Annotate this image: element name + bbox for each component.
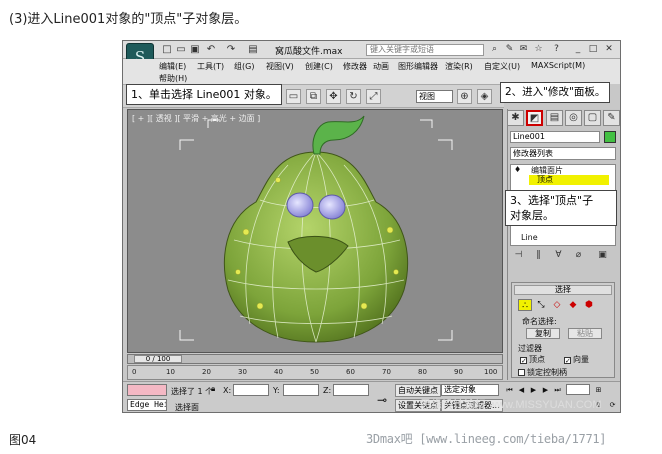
edge-field[interactable]: Edge Heig <box>127 399 167 411</box>
document-title: 窝瓜酸文件.max <box>275 47 343 57</box>
maximize-icon[interactable]: □ <box>587 44 599 55</box>
select-region-icon[interactable]: ▭ <box>286 89 301 104</box>
callout-step-three: 3、选择"顶点"子 对象层。 <box>505 190 617 226</box>
watermark: 思缘设计论坛 www.MISSYUAN.COM <box>420 399 602 411</box>
undo-icon[interactable]: ↶ <box>205 44 217 55</box>
menu-views[interactable]: 视图(V) <box>266 61 294 72</box>
go-to-end-icon[interactable]: ⏭ <box>552 385 563 395</box>
hierarchy-tab-icon[interactable]: ▤ <box>546 110 563 126</box>
track-tick: 70 <box>382 368 391 376</box>
redo-icon[interactable]: ↷ <box>225 44 237 55</box>
scale-icon[interactable]: ⤢ <box>366 89 381 104</box>
y-label: Y: <box>273 386 280 395</box>
callout-step-two: 2、进入"修改"面板。 <box>500 82 611 103</box>
prompt-line: 选择面 <box>175 403 199 412</box>
save-icon[interactable]: ▣ <box>189 44 201 55</box>
menu-group[interactable]: 组(G) <box>234 61 254 72</box>
callout-step-three-line2: 对象层。 <box>510 209 554 222</box>
track-tick: 10 <box>166 368 175 376</box>
y-coordinate-field[interactable] <box>283 384 319 396</box>
track-tick: 30 <box>238 368 247 376</box>
track-tick: 100 <box>484 368 498 376</box>
x-label: X: <box>223 386 232 395</box>
menu-customize[interactable]: 自定义(U) <box>484 61 520 72</box>
perspective-viewport[interactable]: [ + ][ 透视 ][ 平滑 + 高光 + 边面 ] <box>127 109 503 353</box>
play-icon[interactable]: ▶︎ <box>528 385 539 395</box>
subscription-icon[interactable]: ✎ <box>504 44 515 55</box>
maxscript-listener[interactable] <box>127 384 167 396</box>
menu-create[interactable]: 创建(C) <box>305 61 333 72</box>
command-panel-tabs: ✱ ◩ ▤ ◎ ▢ ✎ <box>507 110 620 127</box>
title-bar: □ ▭ ▣ ↶ ↷ ▤ 窝瓜酸文件.max 键入关键字或短语 ⌕ ✎ ✉ ☆ ?… <box>123 41 620 59</box>
menu-animation[interactable]: 动画 <box>373 61 389 72</box>
search-input[interactable]: 键入关键字或短语 <box>366 44 484 56</box>
track-tick: 40 <box>274 368 283 376</box>
menu-maxscript[interactable]: MAXScript(M) <box>531 61 585 70</box>
menu-rendering[interactable]: 渲染(R) <box>445 61 473 72</box>
menu-edit[interactable]: 编辑(E) <box>159 61 186 72</box>
track-tick: 50 <box>310 368 319 376</box>
move-icon[interactable]: ✥ <box>326 89 341 104</box>
motion-tab-icon[interactable]: ◎ <box>565 110 582 126</box>
time-slider[interactable]: 0 / 100 <box>127 354 503 364</box>
next-frame-icon[interactable]: ▶︎ <box>540 385 551 395</box>
viewport-scene <box>179 115 453 343</box>
callout-step-one: 1、单击选择 Line001 对象。 <box>126 84 282 105</box>
menu-bar: 编辑(E) 工具(T) 组(G) 视图(V) 创建(C) 修改器 动画 图形编辑… <box>123 59 620 73</box>
pivot-center-icon[interactable]: ⊕ <box>457 89 472 104</box>
menu-modifiers[interactable]: 修改器 <box>343 61 367 72</box>
project-folder-icon[interactable]: ▤ <box>247 44 259 55</box>
gourd-stem <box>312 115 365 155</box>
orbit-icon[interactable]: ⟳ <box>607 400 618 410</box>
favorites-icon[interactable]: ☆ <box>533 44 544 55</box>
menu-tools[interactable]: 工具(T) <box>197 61 224 72</box>
track-tick: 90 <box>454 368 463 376</box>
selected-object-select[interactable]: 选定对象 <box>441 384 499 396</box>
track-tick: 80 <box>418 368 427 376</box>
z-label: Z: <box>323 386 332 395</box>
communication-icon[interactable]: ✉ <box>518 44 529 55</box>
footer-url: 3Dmax吧 [www.lineeg.com/tieba/1771] <box>366 432 607 446</box>
new-file-icon[interactable]: □ <box>161 44 173 55</box>
modify-tab-icon[interactable]: ◩ <box>526 110 543 126</box>
open-file-icon[interactable]: ▭ <box>175 44 187 55</box>
command-panel <box>507 109 620 380</box>
zoom-extents-icon[interactable]: ⊞ <box>593 385 604 395</box>
minimize-icon[interactable]: _ <box>572 44 584 55</box>
time-slider-thumb[interactable]: 0 / 100 <box>134 355 182 363</box>
window-crossing-icon[interactable]: ⧉ <box>306 89 321 104</box>
create-tab-icon[interactable]: ✱ <box>507 110 524 126</box>
callout-step-three-line1: 3、选择"顶点"子 <box>510 194 594 207</box>
track-bar[interactable]: 0 10 20 30 40 50 60 70 80 90 100 <box>127 365 503 380</box>
caption-top: (3)进入Line001对象的"顶点"子对象层。 <box>9 12 248 27</box>
track-tick: 0 <box>132 368 137 376</box>
selected-count: 选择了 1 个 <box>171 387 214 396</box>
rotate-icon[interactable]: ↻ <box>346 89 361 104</box>
track-tick: 20 <box>202 368 211 376</box>
caption-bottom: 图04 <box>9 433 37 447</box>
left-eye <box>286 192 314 218</box>
track-tick: 60 <box>346 368 355 376</box>
utilities-tab-icon[interactable]: ✎ <box>603 110 620 126</box>
display-tab-icon[interactable]: ▢ <box>584 110 601 126</box>
binoculars-icon[interactable]: ⌕ <box>489 44 500 55</box>
close-icon[interactable]: ✕ <box>603 44 615 55</box>
go-to-start-icon[interactable]: ⏮ <box>504 385 515 395</box>
right-eye <box>318 194 346 220</box>
help-icon[interactable]: ? <box>551 44 562 55</box>
menu-graph-editors[interactable]: 图形编辑器 <box>398 61 438 72</box>
z-coordinate-field[interactable] <box>333 384 369 396</box>
reference-coordinate-select[interactable]: 视图 <box>416 90 453 103</box>
menu-help[interactable]: 帮助(H) <box>159 73 187 84</box>
x-coordinate-field[interactable] <box>233 384 269 396</box>
previous-frame-icon[interactable]: ◀︎ <box>516 385 527 395</box>
select-manipulate-icon[interactable]: ◈ <box>477 89 492 104</box>
key-icon[interactable]: ⊸ <box>377 393 387 407</box>
lock-selection-icon[interactable]: 🔒︎ <box>211 384 215 394</box>
current-frame-field[interactable] <box>566 384 590 395</box>
